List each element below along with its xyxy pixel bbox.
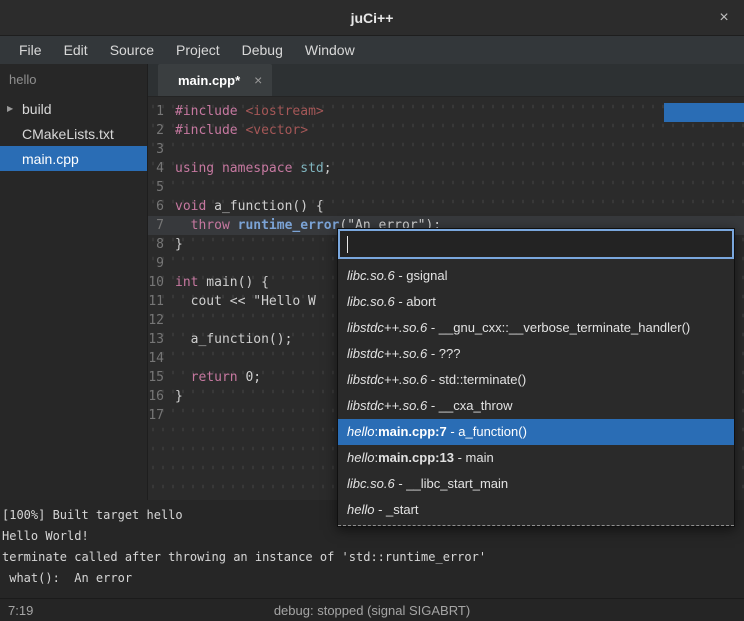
tree-item-label: CMakeLists.txt <box>22 126 114 142</box>
code-text: #include <vector> <box>169 121 308 140</box>
editor-line[interactable]: 5 <box>148 178 744 197</box>
editor-line[interactable]: 6void a_function() { <box>148 197 744 216</box>
line-number: 15 <box>148 368 169 387</box>
code-text <box>169 178 175 197</box>
editor-line[interactable]: 1#include <iostream> <box>148 102 744 121</box>
file-tree: ▶build CMakeLists.txt main.cpp <box>0 96 147 171</box>
expander-icon[interactable]: ▶ <box>7 104 22 113</box>
line-number: 13 <box>148 330 169 349</box>
line-number: 3 <box>148 140 169 159</box>
line-number: 6 <box>148 197 169 216</box>
menu-item-edit[interactable]: Edit <box>53 36 99 64</box>
code-text: int main() { <box>169 273 269 292</box>
code-text <box>169 140 175 159</box>
editor-line[interactable]: 4using namespace std; <box>148 159 744 178</box>
line-number: 8 <box>148 235 169 254</box>
menu-item-source[interactable]: Source <box>99 36 165 64</box>
code-text <box>169 311 175 330</box>
code-text <box>169 349 175 368</box>
tree-item-cmakelists-txt[interactable]: CMakeLists.txt <box>0 121 147 146</box>
window-titlebar: juCi++ × <box>0 0 744 36</box>
window-close-icon[interactable]: × <box>714 8 734 28</box>
window-title: juCi++ <box>351 10 394 26</box>
backtrace-item[interactable]: libstdc++.so.6 - __cxa_throw <box>338 393 734 419</box>
file-tree-panel: hello ▶build CMakeLists.txt main.cpp <box>0 64 148 500</box>
backtrace-item[interactable]: libstdc++.so.6 - __gnu_cxx::__verbose_te… <box>338 315 734 341</box>
backtrace-item[interactable]: libc.so.6 - abort <box>338 289 734 315</box>
line-number: 11 <box>148 292 169 311</box>
code-text: } <box>169 235 183 254</box>
backtrace-popup: libc.so.6 - gsignallibc.so.6 - abortlibs… <box>337 228 735 527</box>
code-text: a_function(); <box>169 330 292 349</box>
code-text <box>169 406 175 425</box>
tree-item-label: build <box>22 101 52 117</box>
backtrace-item[interactable]: libstdc++.so.6 - ??? <box>338 341 734 367</box>
backtrace-item[interactable]: libc.so.6 - __libc_start_main <box>338 471 734 497</box>
line-number: 16 <box>148 387 169 406</box>
line-number: 7 <box>148 216 169 235</box>
backtrace-item[interactable]: libstdc++.so.6 - std::terminate() <box>338 367 734 393</box>
line-number: 17 <box>148 406 169 425</box>
line-number: 5 <box>148 178 169 197</box>
line-number: 14 <box>148 349 169 368</box>
project-name-header: hello <box>0 64 147 96</box>
line-number: 12 <box>148 311 169 330</box>
tree-item-label: main.cpp <box>22 151 79 167</box>
line-number: 1 <box>148 102 169 121</box>
code-text: } <box>169 387 183 406</box>
console-line: what(): An error <box>2 568 742 589</box>
code-text: void a_function() { <box>169 197 324 216</box>
line-number: 10 <box>148 273 169 292</box>
code-text: #include <iostream> <box>169 102 324 121</box>
backtrace-item[interactable]: hello:main.cpp:7 - a_function() <box>338 419 734 445</box>
debug-status-text: debug: stopped (signal SIGABRT) <box>0 603 744 618</box>
tree-item-main-cpp[interactable]: main.cpp <box>0 146 147 171</box>
console-line: terminate called after throwing an insta… <box>2 547 742 568</box>
backtrace-filter-input[interactable] <box>338 229 734 259</box>
backtrace-list: libc.so.6 - gsignallibc.so.6 - abortlibs… <box>338 259 734 526</box>
menu-item-window[interactable]: Window <box>294 36 366 64</box>
tabbar: main.cpp* × <box>148 64 744 97</box>
text-caret <box>347 236 348 253</box>
editor-line[interactable]: 2#include <vector> <box>148 121 744 140</box>
editor-line[interactable]: 3 <box>148 140 744 159</box>
tab-label: main.cpp* <box>178 73 240 88</box>
code-text: cout << "Hello W <box>169 292 316 311</box>
line-number: 9 <box>148 254 169 273</box>
scrollbar-thumb[interactable] <box>664 103 744 122</box>
menu-item-project[interactable]: Project <box>165 36 231 64</box>
code-text: return 0; <box>169 368 261 387</box>
statusbar: debug: stopped (signal SIGABRT) 7:19 <box>0 598 744 621</box>
tab-close-icon[interactable]: × <box>254 72 262 88</box>
menu-item-debug[interactable]: Debug <box>231 36 294 64</box>
backtrace-item[interactable]: hello - _start <box>338 497 734 523</box>
tab-main-cpp[interactable]: main.cpp* × <box>158 64 272 96</box>
console-line: Hello World! <box>2 526 742 547</box>
tree-item-build[interactable]: ▶build <box>0 96 147 121</box>
menubar: FileEditSourceProjectDebugWindow <box>0 36 744 64</box>
line-number: 4 <box>148 159 169 178</box>
cursor-position: 7:19 <box>0 603 33 618</box>
line-number: 2 <box>148 121 169 140</box>
code-text <box>169 254 175 273</box>
backtrace-item[interactable]: libc.so.6 - gsignal <box>338 263 734 289</box>
menu-item-file[interactable]: File <box>8 36 53 64</box>
code-text: using namespace std; <box>169 159 332 178</box>
backtrace-item[interactable]: hello:main.cpp:13 - main <box>338 445 734 471</box>
